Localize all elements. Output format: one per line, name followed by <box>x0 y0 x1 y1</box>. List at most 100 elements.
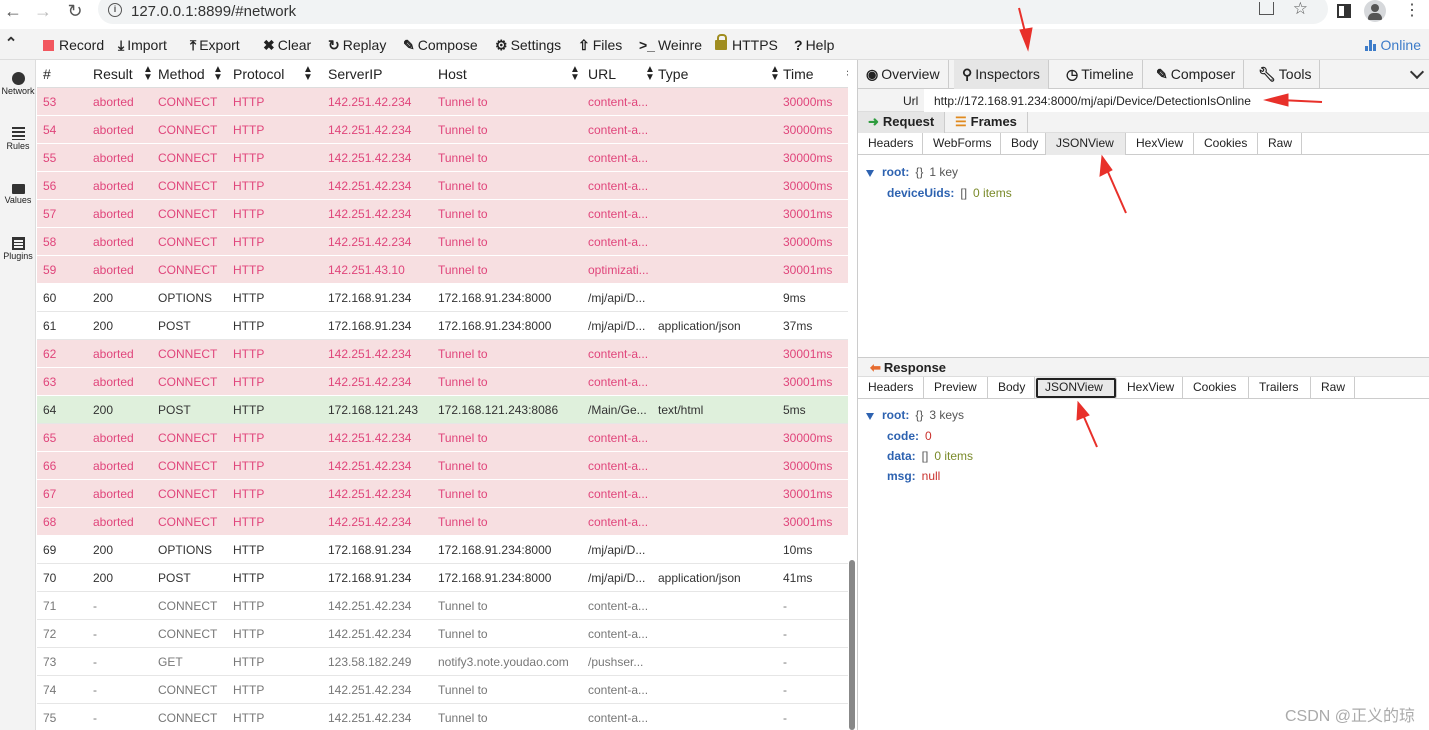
subtab-headers[interactable]: Headers <box>858 133 923 155</box>
tab-frames[interactable]: ☰ Frames <box>945 112 1028 133</box>
sort-icon[interactable]: ▲▼ <box>570 65 580 83</box>
json-root-node[interactable]: root: {} 1 key <box>866 165 958 179</box>
column-header[interactable]: Protocol <box>233 66 284 82</box>
sort-icon[interactable]: ▲▼ <box>143 65 153 83</box>
tab-timeline[interactable]: ◷ Timeline <box>1058 60 1143 89</box>
files-button[interactable]: ⇧ Files <box>578 35 622 55</box>
expand-triangle-icon[interactable] <box>866 170 874 177</box>
table-row[interactable]: 69 200 OPTIONS HTTP 172.168.91.234 172.168.91… <box>37 536 848 564</box>
column-header[interactable]: Time <box>783 66 814 82</box>
clear-button[interactable]: ✖ Clear <box>263 35 311 55</box>
settings-button[interactable]: ⚙ Settings <box>495 35 561 55</box>
json-root-node[interactable]: root: {} 3 keys <box>866 408 964 422</box>
table-row[interactable]: 58 aborted CONNECT HTTP 142.251.42.234 Tunnel… <box>37 228 848 256</box>
column-header[interactable]: Result <box>93 66 133 82</box>
table-row[interactable]: 73 - GET HTTP 123.58.182.249 notify3.note.you… <box>37 648 848 676</box>
table-row[interactable]: 74 - CONNECT HTTP 142.251.42.234 Tunnel to con… <box>37 676 848 704</box>
subtab-raw[interactable]: Raw <box>1311 377 1355 399</box>
table-row[interactable]: 57 aborted CONNECT HTTP 142.251.42.234 Tunnel… <box>37 200 848 228</box>
column-header[interactable]: ServerIP <box>328 66 382 82</box>
table-row[interactable]: 71 - CONNECT HTTP 142.251.42.234 Tunnel to con… <box>37 592 848 620</box>
sidebar-label-plugins: Plugins <box>3 251 33 261</box>
table-row[interactable]: 63 aborted CONNECT HTTP 142.251.42.234 Tunnel… <box>37 368 848 396</box>
subtab-body[interactable]: Body <box>1001 133 1046 155</box>
sidebar-item-network[interactable]: Network <box>0 60 36 108</box>
column-header[interactable]: URL <box>588 66 616 82</box>
forward-arrow-icon[interactable]: → <box>32 0 54 24</box>
tab-composer[interactable]: ✎ Composer <box>1148 60 1245 89</box>
sidebar-item-plugins[interactable]: Plugins <box>0 225 36 273</box>
online-status[interactable]: Online <box>1364 35 1421 55</box>
sort-icon[interactable]: ▲▼ <box>845 65 848 83</box>
sidebar-item-rules[interactable]: Rules <box>0 115 36 163</box>
column-header[interactable]: Type <box>658 66 688 82</box>
table-row[interactable]: 75 - CONNECT HTTP 142.251.42.234 Tunnel to con… <box>37 704 848 730</box>
profile-avatar-icon[interactable] <box>1364 0 1386 22</box>
subtab-hexview[interactable]: HexView <box>1117 377 1183 399</box>
tab-overview[interactable]: ◉ Overview <box>858 60 949 89</box>
table-row[interactable]: 61 200 POST HTTP 172.168.91.234 172.168.91.23… <box>37 312 848 340</box>
table-row[interactable]: 62 aborted CONNECT HTTP 142.251.42.234 Tunnel… <box>37 340 848 368</box>
site-info-icon[interactable]: i <box>108 3 122 17</box>
sort-icon[interactable]: ▲▼ <box>770 65 780 83</box>
request-url-field[interactable]: http://172.168.91.234:8000/mj/api/Device… <box>924 89 1429 112</box>
cell-method: CONNECT <box>158 515 218 529</box>
table-row[interactable]: 53 aborted CONNECT HTTP 142.251.42.234 Tunnel… <box>37 88 848 116</box>
table-row[interactable]: 65 aborted CONNECT HTTP 142.251.42.234 Tunnel… <box>37 424 848 452</box>
subtab-jsonview[interactable]: JSONView <box>1035 377 1117 399</box>
subtab-body[interactable]: Body <box>988 377 1035 399</box>
subtab-headers[interactable]: Headers <box>858 377 924 399</box>
table-row[interactable]: 70 200 POST HTTP 172.168.91.234 172.168.91.23… <box>37 564 848 592</box>
column-header[interactable]: # <box>43 66 51 82</box>
subtab-preview[interactable]: Preview <box>924 377 988 399</box>
bookmark-star-icon[interactable]: ☆ <box>1293 0 1308 19</box>
table-row[interactable]: 66 aborted CONNECT HTTP 142.251.42.234 Tunnel… <box>37 452 848 480</box>
https-button[interactable]: HTTPS <box>715 34 778 55</box>
table-row[interactable]: 64 200 POST HTTP 172.168.121.243 172.168.121.… <box>37 396 848 424</box>
back-arrow-icon[interactable]: ← <box>2 0 24 24</box>
record-button[interactable]: Record <box>43 35 104 55</box>
weinre-button[interactable]: >_ Weinre <box>639 35 702 55</box>
table-row[interactable]: 56 aborted CONNECT HTTP 142.251.42.234 Tunnel… <box>37 172 848 200</box>
table-row[interactable]: 68 aborted CONNECT HTTP 142.251.42.234 Tunnel… <box>37 508 848 536</box>
url-box[interactable]: i 127.0.0.1:8899/#network ☆ <box>98 0 1328 24</box>
subtab-trailers[interactable]: Trailers <box>1249 377 1311 399</box>
export-button[interactable]: ⤒ Export <box>190 35 240 55</box>
tab-inspectors[interactable]: ⚲ Inspectors <box>954 60 1049 89</box>
table-row[interactable]: 60 200 OPTIONS HTTP 172.168.91.234 172.168.91… <box>37 284 848 312</box>
arrow-right-icon: ➜ <box>868 114 879 129</box>
subtab-cookies[interactable]: Cookies <box>1194 133 1258 155</box>
subtab-jsonview[interactable]: JSONView <box>1046 133 1126 155</box>
table-row[interactable]: 54 aborted CONNECT HTTP 142.251.42.234 Tunnel… <box>37 116 848 144</box>
table-scrollbar[interactable] <box>849 560 855 730</box>
tab-tools[interactable]: 🔧︎ Tools <box>1250 60 1321 89</box>
tab-request[interactable]: ➜ Request <box>858 112 946 133</box>
subtab-webforms[interactable]: WebForms <box>923 133 1001 155</box>
browser-menu-icon[interactable]: ⋮ <box>1404 2 1420 20</box>
compose-button[interactable]: ✎ Compose <box>403 35 478 55</box>
sort-icon[interactable]: ▲▼ <box>303 65 313 83</box>
response-label-text: Response <box>883 360 947 375</box>
cell-ip: 142.251.42.234 <box>328 151 412 165</box>
reload-icon[interactable]: ↻ <box>64 0 86 24</box>
expand-triangle-icon[interactable] <box>866 413 874 420</box>
replay-button[interactable]: ↻ Replay <box>328 35 386 55</box>
sort-icon[interactable]: ▲▼ <box>645 65 655 83</box>
subtab-cookies[interactable]: Cookies <box>1183 377 1249 399</box>
subtab-raw[interactable]: Raw <box>1258 133 1302 155</box>
chevron-down-icon[interactable] <box>1409 65 1425 83</box>
collapse-chevron-icon[interactable]: ⌃ <box>2 33 20 55</box>
sort-icon[interactable]: ▲▼ <box>213 65 223 83</box>
table-row[interactable]: 72 - CONNECT HTTP 142.251.42.234 Tunnel to con… <box>37 620 848 648</box>
table-row[interactable]: 59 aborted CONNECT HTTP 142.251.43.10 Tunnel … <box>37 256 848 284</box>
help-button[interactable]: ? Help <box>794 35 834 55</box>
table-row[interactable]: 67 aborted CONNECT HTTP 142.251.42.234 Tunnel… <box>37 480 848 508</box>
side-panel-icon[interactable] <box>1337 4 1351 18</box>
subtab-hexview[interactable]: HexView <box>1126 133 1194 155</box>
share-icon[interactable] <box>1259 2 1274 15</box>
import-button[interactable]: ⤓ Import <box>118 35 167 55</box>
sidebar-item-values[interactable]: Values <box>0 170 36 218</box>
column-header[interactable]: Method <box>158 66 205 82</box>
table-row[interactable]: 55 aborted CONNECT HTTP 142.251.42.234 Tunnel… <box>37 144 848 172</box>
column-header[interactable]: Host <box>438 66 467 82</box>
